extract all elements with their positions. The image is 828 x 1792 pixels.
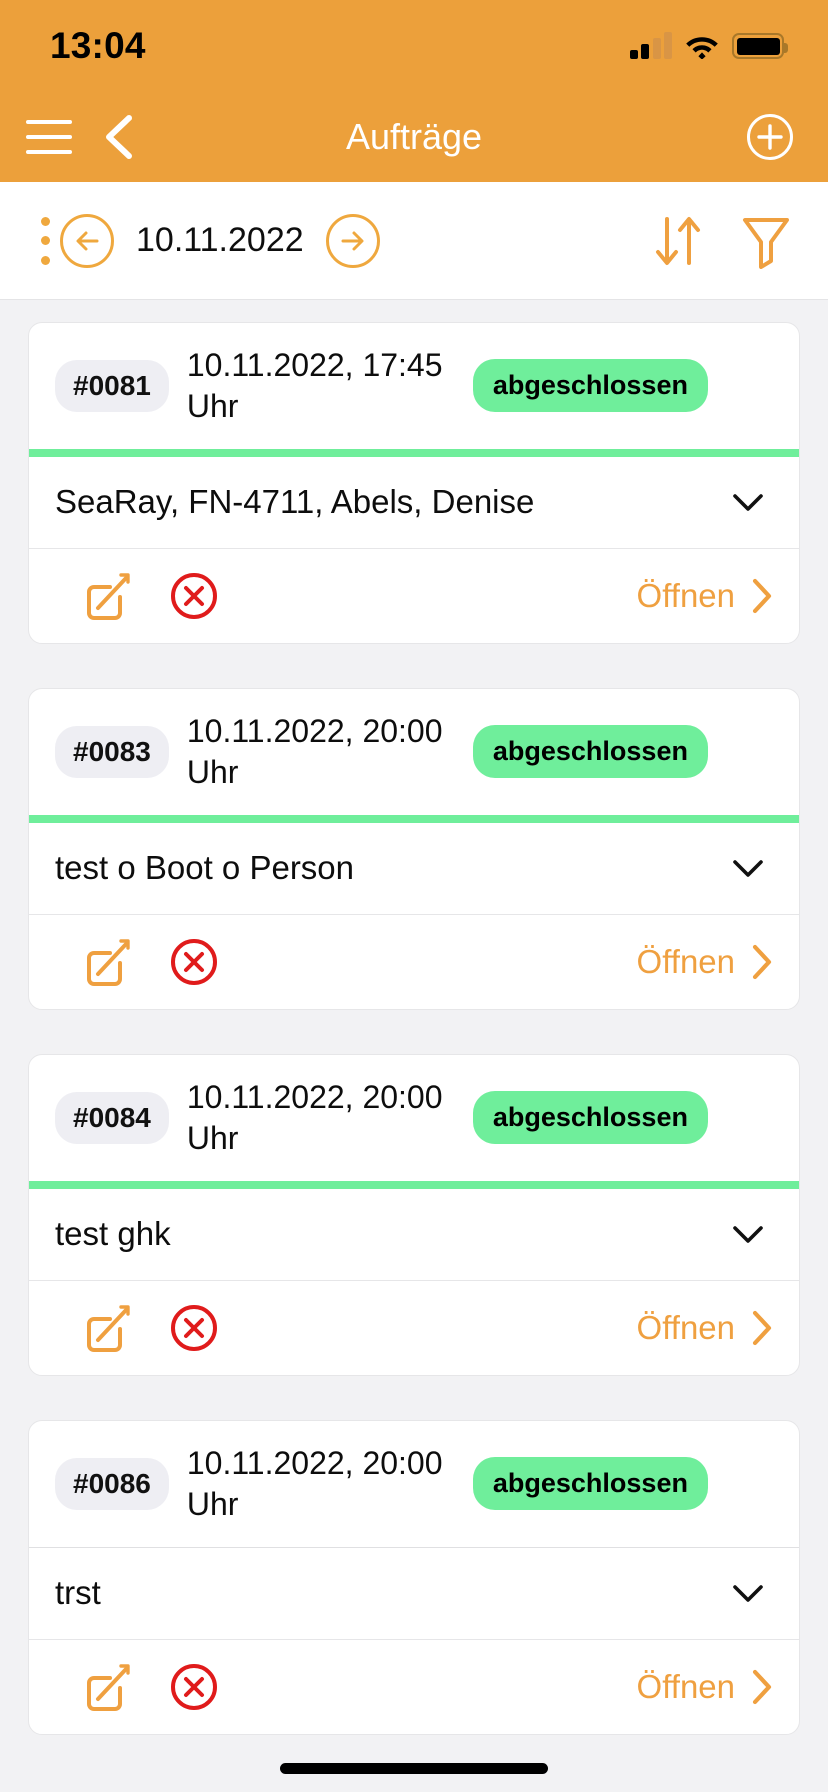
order-actions-row: Öffnen xyxy=(29,1281,799,1375)
edit-square-pencil-icon[interactable] xyxy=(83,1303,133,1353)
order-card-header: #0086 10.11.2022, 20:00 Uhr abgeschlosse… xyxy=(29,1421,799,1547)
order-card[interactable]: #0081 10.11.2022, 17:45 Uhr abgeschlosse… xyxy=(28,322,800,644)
status-color-divider xyxy=(29,1180,799,1189)
chevron-right-icon xyxy=(752,578,772,614)
order-number-badge: #0081 xyxy=(55,359,169,412)
battery-icon xyxy=(732,33,788,59)
order-datetime: 10.11.2022, 20:00 Uhr xyxy=(186,1444,443,1522)
order-description-row[interactable]: test o Boot o Person xyxy=(29,823,799,915)
toolbar-right-group xyxy=(652,213,792,269)
order-datetime: 10.11.2022, 20:00 Uhr xyxy=(186,712,443,790)
order-datetime: 10.11.2022, 20:00 Uhr xyxy=(186,1078,443,1156)
more-vertical-icon[interactable] xyxy=(30,213,60,269)
order-actions-row: Öffnen xyxy=(29,915,799,1009)
arrow-right-circle-icon[interactable] xyxy=(325,213,380,268)
order-card-header: #0083 10.11.2022, 20:00 Uhr abgeschlosse… xyxy=(29,689,799,815)
status-badge: abgeschlossen xyxy=(472,725,708,779)
order-actions-row: Öffnen xyxy=(29,1640,799,1734)
open-order-button[interactable]: Öffnen xyxy=(637,577,773,615)
chevron-down-icon[interactable] xyxy=(731,491,765,513)
chevron-left-icon[interactable] xyxy=(98,113,138,161)
chevron-down-icon[interactable] xyxy=(731,857,765,879)
arrow-left-circle-icon[interactable] xyxy=(60,213,114,268)
edit-square-pencil-icon[interactable] xyxy=(83,937,133,987)
plus-circle-icon[interactable] xyxy=(746,113,794,161)
status-bar-icons xyxy=(629,32,788,59)
hamburger-menu-icon[interactable] xyxy=(26,120,72,154)
selected-date[interactable]: 10.11.2022 xyxy=(136,221,304,260)
order-card[interactable]: #0083 10.11.2022, 20:00 Uhr abgeschlosse… xyxy=(28,687,800,1010)
edit-square-pencil-icon[interactable] xyxy=(83,571,133,621)
chevron-down-icon[interactable] xyxy=(731,1223,765,1245)
order-number-badge: #0086 xyxy=(55,1457,169,1510)
status-bar: 13:04 xyxy=(0,0,828,92)
toolbar-left-group: 10.11.2022 xyxy=(30,213,380,269)
signal-icon xyxy=(629,32,672,59)
chevron-right-icon xyxy=(752,1669,772,1704)
order-description: trst xyxy=(55,1574,101,1612)
status-color-divider xyxy=(29,814,799,823)
order-datetime: 10.11.2022, 17:45 Uhr xyxy=(186,347,443,424)
open-order-label: Öffnen xyxy=(636,1667,735,1705)
edit-square-pencil-icon[interactable] xyxy=(83,1662,133,1712)
delete-circle-x-icon[interactable] xyxy=(169,571,219,621)
order-description: SeaRay, FN-4711, Abels, Denise xyxy=(55,483,535,521)
order-description: test ghk xyxy=(55,1215,171,1253)
status-bar-time: 13:04 xyxy=(50,25,146,66)
status-badge: abgeschlossen xyxy=(472,359,708,413)
home-indicator xyxy=(280,1763,548,1774)
delete-circle-x-icon[interactable] xyxy=(169,1303,219,1353)
open-order-button[interactable]: Öffnen xyxy=(637,1309,773,1347)
open-order-label: Öffnen xyxy=(636,1308,735,1346)
open-order-label: Öffnen xyxy=(636,576,735,614)
sort-updown-icon[interactable] xyxy=(652,213,704,269)
order-description-row[interactable]: test ghk xyxy=(29,1189,799,1281)
status-badge: abgeschlossen xyxy=(472,1091,708,1145)
order-actions-row: Öffnen xyxy=(29,549,799,643)
order-list: #0081 10.11.2022, 17:45 Uhr abgeschlosse… xyxy=(0,300,828,1735)
open-order-button[interactable]: Öffnen xyxy=(637,1668,773,1706)
order-card-header: #0081 10.11.2022, 17:45 Uhr abgeschlosse… xyxy=(29,323,799,449)
order-number-badge: #0084 xyxy=(55,1091,169,1144)
wifi-icon xyxy=(686,37,718,59)
open-order-label: Öffnen xyxy=(636,942,735,980)
filter-funnel-icon[interactable] xyxy=(740,213,792,269)
date-toolbar: 10.11.2022 xyxy=(0,182,828,300)
open-order-button[interactable]: Öffnen xyxy=(637,943,773,981)
navigation-bar: Aufträge xyxy=(0,92,828,182)
chevron-down-icon[interactable] xyxy=(731,1582,765,1604)
order-card[interactable]: #0084 10.11.2022, 20:00 Uhr abgeschlosse… xyxy=(28,1053,800,1376)
order-card[interactable]: #0086 10.11.2022, 20:00 Uhr abgeschlosse… xyxy=(28,1419,800,1735)
order-description-row[interactable]: SeaRay, FN-4711, Abels, Denise xyxy=(29,457,799,549)
delete-circle-x-icon[interactable] xyxy=(169,1662,219,1712)
chevron-right-icon xyxy=(752,1310,772,1345)
status-badge: abgeschlossen xyxy=(472,1457,708,1511)
order-description-row[interactable]: trst xyxy=(29,1548,799,1640)
order-description: test o Boot o Person xyxy=(55,849,355,887)
order-card-header: #0084 10.11.2022, 20:00 Uhr abgeschlosse… xyxy=(29,1055,799,1181)
status-color-divider xyxy=(29,448,799,457)
delete-circle-x-icon[interactable] xyxy=(169,937,219,987)
chevron-right-icon xyxy=(752,944,772,979)
order-number-badge: #0083 xyxy=(55,725,169,778)
